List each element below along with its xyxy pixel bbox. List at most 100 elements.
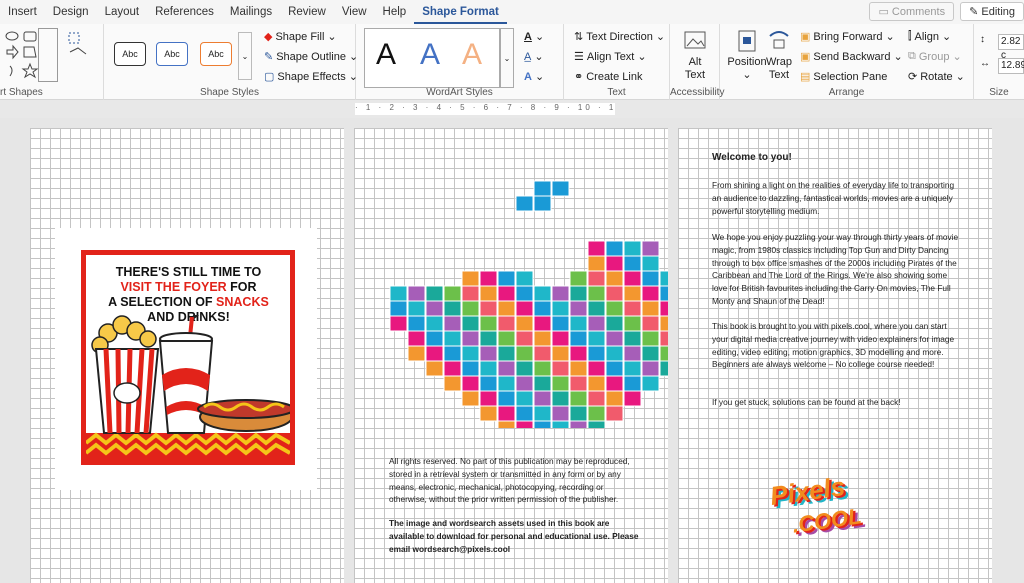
heart-pixel	[461, 300, 480, 317]
heart-pixel	[407, 285, 426, 302]
edit-shape-icon[interactable]	[66, 30, 92, 60]
wordart-style-1[interactable]: A	[376, 38, 396, 72]
shape-height-input[interactable]: 2.82 c	[998, 34, 1024, 61]
bring-forward-label: Bring Forward	[813, 30, 883, 43]
heart-pixel	[623, 360, 642, 377]
rotate-button[interactable]: ⟳ Rotate ⌄	[908, 70, 965, 84]
heart-pixel	[479, 300, 498, 317]
ruler-scale[interactable]: · 1 · 2 · 3 · 4 · 5 · 6 · 7 · 8 · 9 · 10…	[355, 103, 615, 115]
tab-references[interactable]: References	[147, 0, 222, 24]
copyright-text: All rights reserved. No part of this pub…	[389, 456, 630, 505]
heart-pixel	[587, 285, 606, 302]
heart-pixel	[533, 285, 552, 302]
heart-pixel	[623, 255, 642, 272]
shape-outline-button[interactable]: ✎ Shape Outline ⌄	[264, 50, 358, 64]
wordart-group: A A A ⌄ A ⌄ A̲ ⌄ A ⌄ WordArt Styles	[356, 24, 564, 100]
text-fill-icon: A	[524, 30, 532, 43]
tab-review[interactable]: Review	[280, 0, 334, 24]
heart-pixel	[515, 330, 534, 347]
align-button[interactable]: ⫿ Align ⌄	[908, 30, 951, 43]
heart-pixel	[389, 285, 408, 302]
editing-button[interactable]: ✎ Editing	[960, 2, 1024, 21]
align-text-icon: ☰	[574, 51, 584, 63]
tab-mailings[interactable]: Mailings	[222, 0, 280, 24]
wordart-more[interactable]: ⌄	[500, 28, 514, 88]
shape-styles-more[interactable]: ⌄	[238, 32, 252, 80]
heart-pixel	[443, 330, 462, 347]
wrap-text-label-1: Wrap	[765, 56, 793, 68]
tab-shape-format[interactable]: Shape Format	[414, 0, 507, 24]
shapes-more-button[interactable]	[38, 28, 58, 82]
shape-fill-label: Shape Fill	[275, 30, 325, 43]
rotate-icon: ⟳	[908, 71, 918, 83]
welcome-paragraph-1: From shining a light on the realities of…	[712, 180, 955, 216]
shape-style-3[interactable]: Abc	[200, 42, 232, 66]
wordart-style-2[interactable]: A	[420, 38, 440, 72]
logo-cool-text: .COOL	[790, 503, 864, 538]
shape-effects-button[interactable]: ▢ Shape Effects ⌄	[264, 70, 358, 84]
poster-line-2: VISIT THE FOYER FOR	[91, 280, 286, 295]
pen-icon: ✎	[264, 51, 274, 63]
heart-pixel	[533, 300, 552, 317]
tab-help[interactable]: Help	[375, 0, 415, 24]
pixels-cool-logo[interactable]: Pixels .COOL	[768, 471, 890, 556]
heart-pixel	[623, 330, 642, 347]
text-direction-label: Text Direction	[586, 30, 653, 43]
width-icon: ↔	[980, 58, 990, 69]
heart-pixel	[569, 345, 588, 362]
text-direction-button[interactable]: ⇅ Text Direction ⌄	[574, 30, 665, 44]
heart-pixel	[389, 300, 408, 317]
heart-pixel	[497, 315, 516, 332]
selection-pane-button[interactable]: ▤ Selection Pane	[800, 70, 887, 84]
alt-text-button[interactable]: Alt Text	[678, 30, 712, 82]
heart-pixel	[605, 360, 624, 377]
popcorn-icon	[91, 315, 160, 434]
text-group-label: Text	[607, 87, 626, 98]
heart-pixel	[497, 270, 516, 287]
wrap-text-button[interactable]: Wrap Text	[764, 30, 794, 82]
send-backward-button[interactable]: ▣ Send Backward ⌄	[800, 50, 903, 64]
position-button[interactable]: Position ⌄	[726, 30, 768, 82]
heart-pixel	[605, 345, 624, 362]
heart-pixel	[515, 315, 534, 332]
heart-pixel	[605, 330, 624, 347]
tab-design[interactable]: Design	[45, 0, 97, 24]
heart-pixel	[551, 285, 570, 302]
heart-pixel	[407, 300, 426, 317]
heart-pixel	[479, 375, 498, 392]
tab-insert[interactable]: Insert	[0, 0, 45, 24]
tab-view[interactable]: View	[334, 0, 375, 24]
comments-button[interactable]: ▭ Comments	[869, 2, 955, 21]
shape-style-1[interactable]: Abc	[114, 42, 146, 66]
heart-pixel	[587, 330, 606, 347]
position-icon	[738, 30, 756, 52]
poster-line-3: A SELECTION OF SNACKS	[91, 295, 286, 310]
align-text-button[interactable]: ☰ Align Text ⌄	[574, 50, 647, 64]
create-link-button[interactable]: ⚭ Create Link	[574, 70, 642, 84]
text-effects-button[interactable]: A ⌄	[524, 70, 544, 84]
welcome-paragraph-4: If you get stuck, solutions can be found…	[712, 397, 901, 407]
shape-width-input[interactable]: 12.89	[998, 58, 1024, 74]
heart-pixel	[461, 360, 480, 377]
text-fill-button[interactable]: A ⌄	[524, 30, 544, 44]
poster-image[interactable]: THERE'S STILL TIME TO VISIT THE FOYER FO…	[55, 228, 317, 490]
bring-forward-button[interactable]: ▣ Bring Forward ⌄	[800, 30, 895, 44]
bring-forward-icon: ▣	[800, 31, 811, 43]
heart-pixel	[461, 345, 480, 362]
heart-pixel	[587, 270, 606, 287]
heart-pixel	[425, 345, 444, 362]
insert-shapes-label: rt Shapes	[0, 87, 43, 98]
shape-effects-label: Shape Effects	[277, 70, 346, 83]
pixel-heart-image[interactable]	[354, 128, 668, 428]
text-outline-button[interactable]: A̲ ⌄	[524, 50, 544, 64]
shape-style-2[interactable]: Abc	[156, 42, 188, 66]
shape-fill-button[interactable]: ◆ Shape Fill ⌄	[264, 30, 337, 44]
heart-pixel	[587, 345, 606, 362]
wordart-style-3[interactable]: A	[462, 38, 482, 72]
heart-pixel	[533, 420, 552, 428]
insert-shapes-group: rt Shapes	[0, 24, 104, 100]
align-text-label: Align Text	[586, 50, 635, 63]
tab-layout[interactable]: Layout	[97, 0, 148, 24]
group-button[interactable]: ⧉ Group ⌄	[908, 50, 962, 63]
wrap-text-label-2: Text	[768, 69, 790, 81]
